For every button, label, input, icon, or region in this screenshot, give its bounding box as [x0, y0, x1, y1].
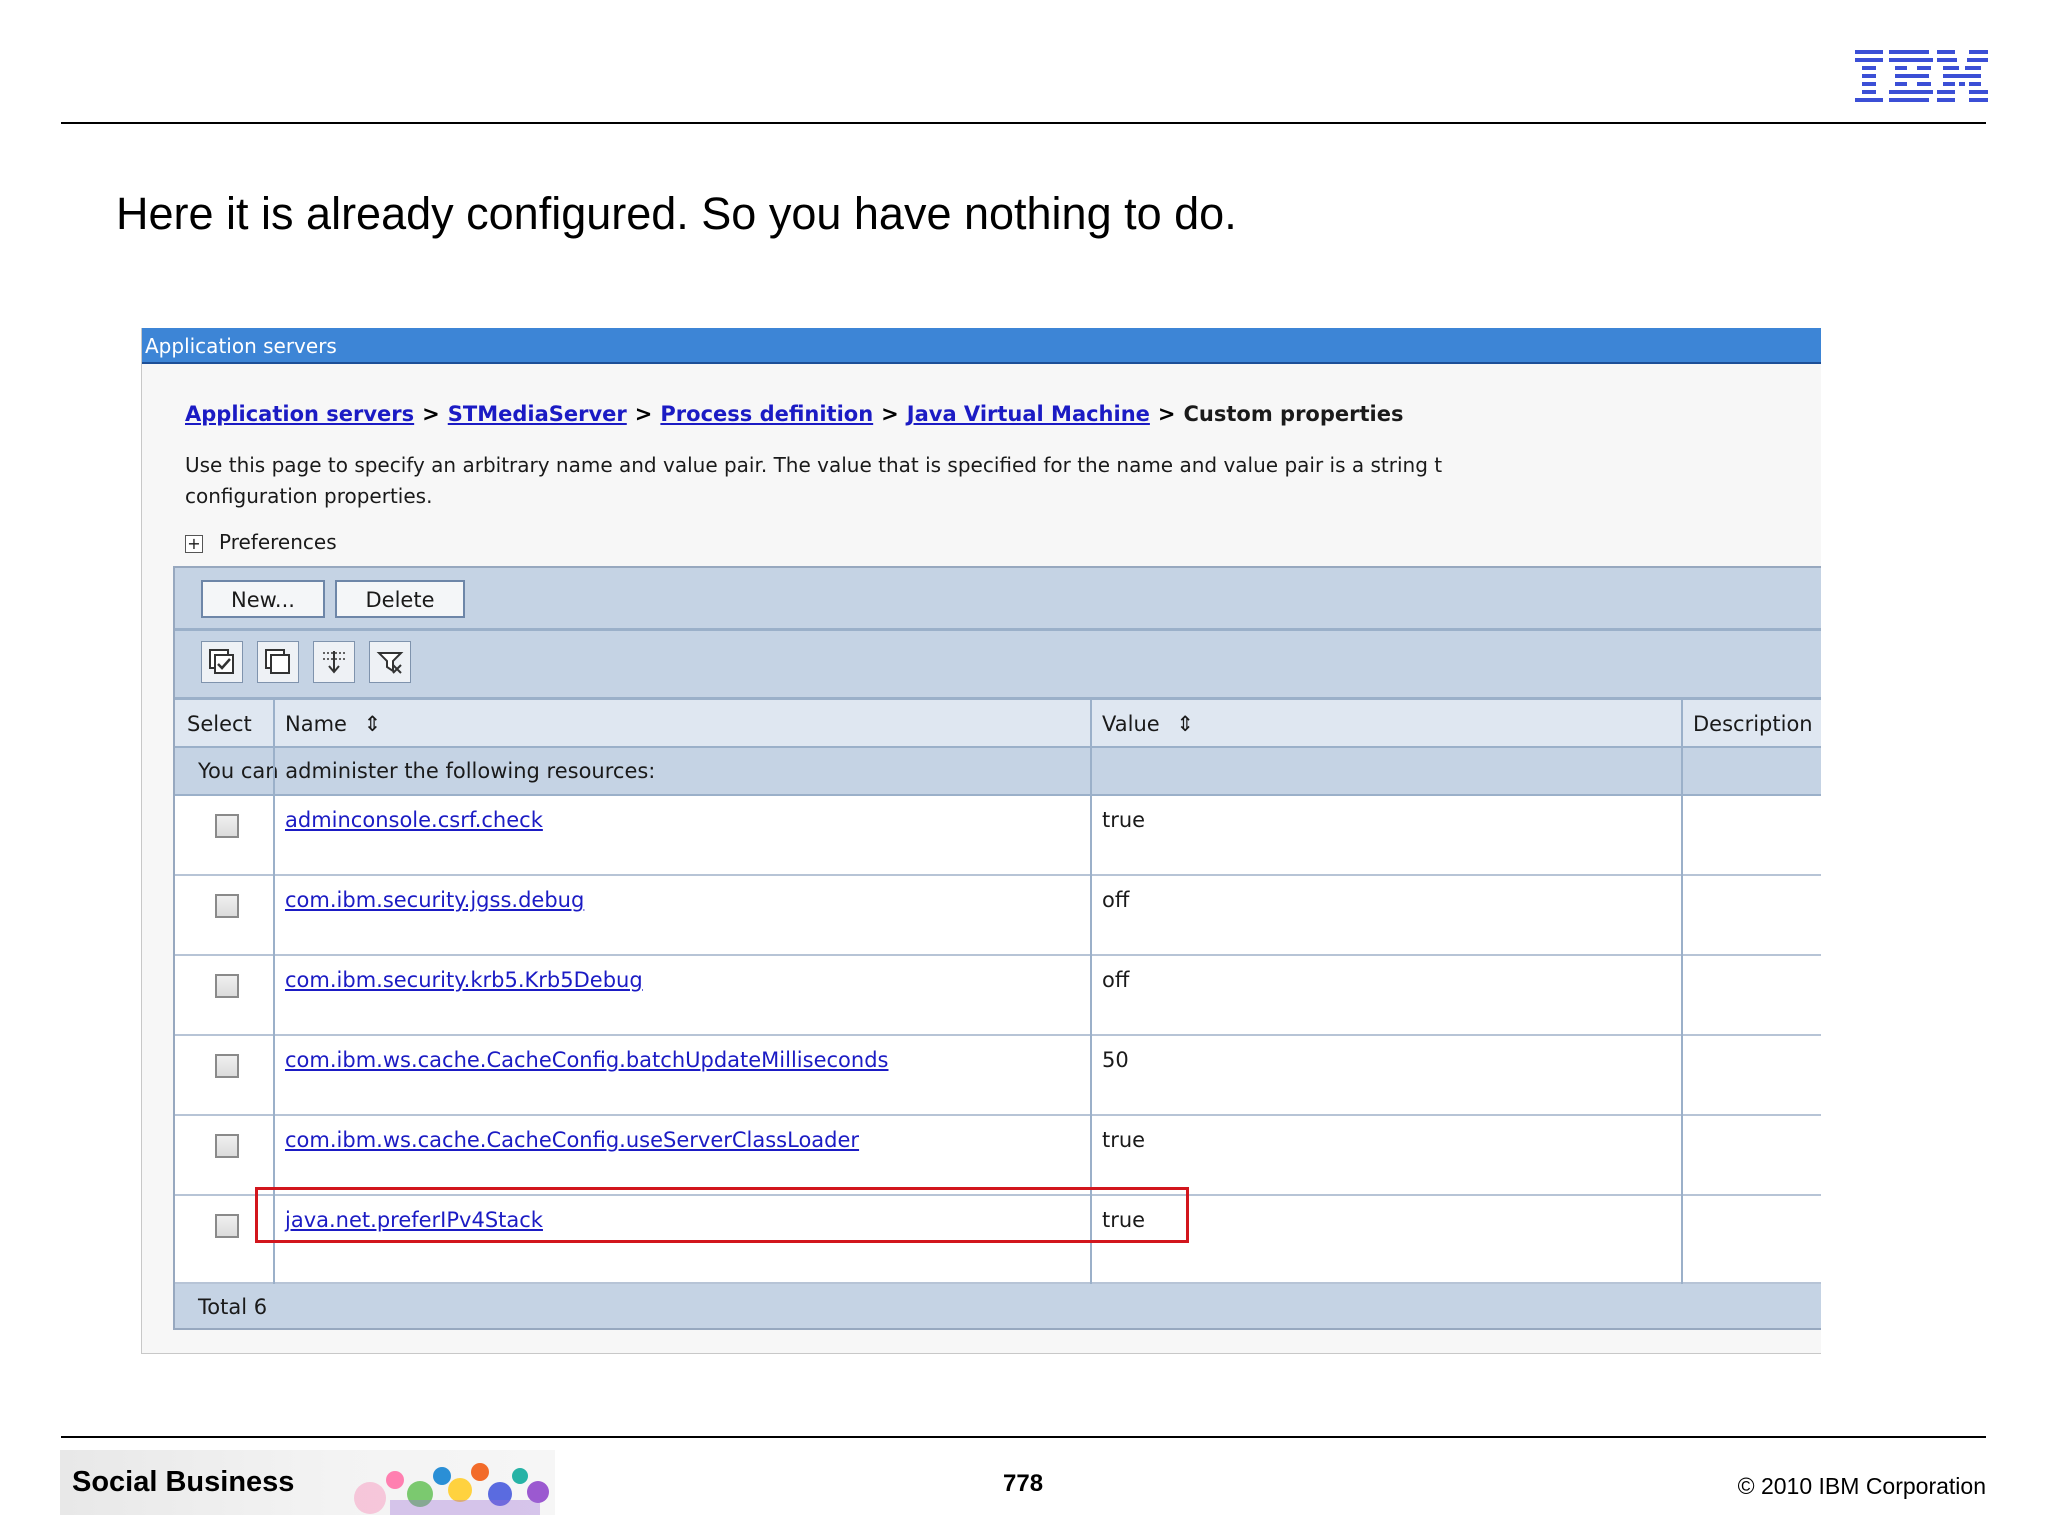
property-name-link[interactable]: com.ibm.security.krb5.Krb5Debug [285, 968, 643, 992]
row-select-checkbox[interactable] [215, 1054, 239, 1078]
table-row: com.ibm.security.krb5.Krb5Debug off [175, 956, 1821, 1036]
expand-icon[interactable]: + [185, 534, 203, 553]
new-button[interactable]: New... [201, 580, 325, 618]
console-title: Application servers [145, 334, 337, 358]
table-row: com.ibm.ws.cache.CacheConfig.useServerCl… [175, 1116, 1821, 1196]
copyright: © 2010 IBM Corporation [1737, 1473, 1986, 1499]
ibm-logo [1855, 50, 1988, 102]
preferences-label: Preferences [219, 530, 337, 554]
clear-filter-icon[interactable] [369, 641, 411, 683]
sort-icon[interactable]: ⇕ [1176, 712, 1194, 736]
table-footer: Total 6 [175, 1284, 1821, 1328]
table-toolbar [175, 631, 1821, 700]
sort-icon[interactable]: ⇕ [364, 712, 382, 736]
breadcrumb-link-application-servers[interactable]: Application servers [185, 402, 414, 426]
button-bar: New... Delete [175, 568, 1821, 631]
show-filter-icon[interactable] [313, 641, 355, 683]
property-value: true [1102, 808, 1146, 832]
property-value: off [1102, 968, 1130, 992]
column-description: Description [1693, 712, 1813, 736]
property-value: off [1102, 888, 1130, 912]
resources-message: You can administer the following resourc… [198, 759, 656, 783]
column-value[interactable]: Value ⇕ [1102, 712, 1194, 736]
footer-rule [61, 1436, 1986, 1438]
header-rule [61, 122, 1986, 124]
breadcrumb-current: Custom properties [1183, 402, 1404, 426]
table-row: com.ibm.security.jgss.debug off [175, 876, 1821, 956]
property-value: true [1102, 1128, 1146, 1152]
console-title-bar: Application servers [142, 328, 1821, 364]
property-name-link[interactable]: com.ibm.security.jgss.debug [285, 888, 584, 912]
row-select-checkbox[interactable] [215, 894, 239, 918]
delete-button[interactable]: Delete [335, 580, 465, 618]
breadcrumb-link-stmediaserver[interactable]: STMediaServer [448, 402, 627, 426]
row-select-checkbox[interactable] [215, 1134, 239, 1158]
highlight-box [255, 1187, 1189, 1243]
property-name-link[interactable]: com.ibm.ws.cache.CacheConfig.batchUpdate… [285, 1048, 888, 1072]
breadcrumb: Application servers > STMediaServer > Proces… [185, 402, 1404, 426]
deselect-all-icon[interactable] [257, 641, 299, 683]
table-row: adminconsole.csrf.check true [175, 796, 1821, 876]
column-name[interactable]: Name ⇕ [285, 712, 381, 736]
property-value: 50 [1102, 1048, 1129, 1072]
table-header: Select Name ⇕ Value ⇕ Description [175, 700, 1821, 748]
column-divider [1681, 700, 1683, 1284]
row-select-checkbox[interactable] [215, 1214, 239, 1238]
breadcrumb-link-process-definition[interactable]: Process definition [660, 402, 873, 426]
total-count: Total 6 [198, 1295, 268, 1319]
social-business-banner: Social Business [60, 1450, 555, 1515]
breadcrumb-link-jvm[interactable]: Java Virtual Machine [907, 402, 1150, 426]
property-name-link[interactable]: adminconsole.csrf.check [285, 808, 543, 832]
select-all-icon[interactable] [201, 641, 243, 683]
resources-message-row: You can administer the following resourc… [175, 748, 1821, 796]
footer-brand: Social Business [72, 1466, 295, 1498]
preferences-toggle[interactable]: + Preferences [185, 530, 337, 554]
column-select: Select [187, 712, 252, 736]
page-description: Use this page to specify an arbitrary na… [185, 453, 1443, 508]
property-name-link[interactable]: com.ibm.ws.cache.CacheConfig.useServerCl… [285, 1128, 859, 1152]
row-select-checkbox[interactable] [215, 814, 239, 838]
row-select-checkbox[interactable] [215, 974, 239, 998]
page-number: 778 [1003, 1470, 1044, 1497]
table-row: com.ibm.ws.cache.CacheConfig.batchUpdate… [175, 1036, 1821, 1116]
slide-title: Here it is already configured. So you ha… [116, 188, 1237, 239]
